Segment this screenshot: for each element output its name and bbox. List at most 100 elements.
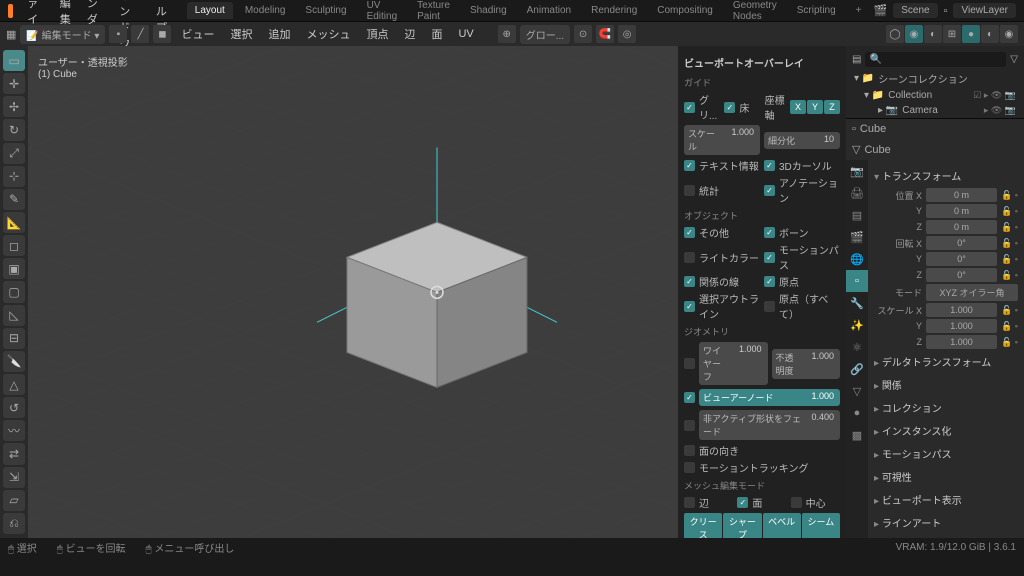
check-extras[interactable]: ✓ bbox=[684, 227, 695, 238]
check-floor[interactable]: ✓ bbox=[724, 102, 735, 113]
scale-y[interactable]: 1.000 bbox=[926, 319, 997, 333]
tab-scripting[interactable]: Scripting bbox=[789, 2, 844, 19]
check-lightcolor[interactable] bbox=[684, 252, 695, 263]
vp-solid-icon[interactable]: ● bbox=[962, 25, 980, 43]
vp-rendered-icon[interactable]: ◉ bbox=[1000, 25, 1018, 43]
check-faces[interactable]: ✓ bbox=[737, 497, 748, 508]
editor-type-icon[interactable]: ▦ bbox=[6, 28, 16, 41]
axis-x[interactable]: X bbox=[790, 100, 806, 114]
hdr-vertex[interactable]: 頂点 bbox=[360, 24, 394, 44]
tool-transform[interactable]: ⊹ bbox=[3, 166, 25, 187]
rot-x[interactable]: 0° bbox=[926, 236, 997, 250]
tab-geonodes[interactable]: Geometry Nodes bbox=[725, 0, 785, 25]
outliner-mode-icon[interactable]: ▤ bbox=[852, 54, 861, 65]
tool-cursor[interactable]: ✛ bbox=[3, 73, 25, 94]
check-relations[interactable]: ✓ bbox=[684, 276, 695, 287]
hdr-face[interactable]: 面 bbox=[425, 24, 448, 44]
rot-z[interactable]: 0° bbox=[926, 268, 997, 282]
tool-rotate[interactable]: ↻ bbox=[3, 119, 25, 140]
pos-y[interactable]: 0 m bbox=[926, 204, 997, 218]
edge-select-icon[interactable]: ╱ bbox=[131, 25, 149, 43]
proptab-modifier[interactable]: 🔧 bbox=[846, 292, 868, 314]
check-center[interactable] bbox=[791, 497, 802, 508]
pivot-icon[interactable]: ⊙ bbox=[574, 25, 592, 43]
vertex-select-icon[interactable]: ▪ bbox=[109, 25, 127, 43]
tool-rip[interactable]: ⎌ bbox=[3, 513, 25, 534]
tab-uv[interactable]: UV Editing bbox=[359, 0, 406, 25]
hdr-select[interactable]: 選択 bbox=[224, 24, 258, 44]
tool-loopcut[interactable]: ⊟ bbox=[3, 328, 25, 349]
tool-move[interactable]: ✢ bbox=[3, 96, 25, 117]
section-relations[interactable]: 関係 bbox=[874, 373, 1018, 396]
proptab-viewlayer[interactable]: ▤ bbox=[846, 204, 868, 226]
tab-modeling[interactable]: Modeling bbox=[237, 2, 294, 19]
section-transform[interactable]: トランスフォーム bbox=[874, 164, 1018, 187]
section-visibility[interactable]: 可視性 bbox=[874, 465, 1018, 488]
check-3dcursor[interactable]: ✓ bbox=[764, 160, 775, 171]
tab-rendering[interactable]: Rendering bbox=[583, 2, 645, 19]
btn-crease[interactable]: クリース bbox=[684, 513, 722, 538]
tool-knife[interactable]: 🔪 bbox=[3, 351, 25, 372]
tool-annotate[interactable]: ✎ bbox=[3, 189, 25, 210]
tree-collection[interactable]: ▾ 📁 Collection☑ ▸ 👁 📷 bbox=[850, 88, 1020, 103]
tree-scene-collection[interactable]: ▾ 📁 シーンコレクション bbox=[850, 69, 1020, 88]
check-viewer[interactable]: ✓ bbox=[684, 392, 695, 403]
tab-sculpting[interactable]: Sculpting bbox=[297, 2, 354, 19]
check-grid[interactable]: ✓ bbox=[684, 102, 695, 113]
proptab-data[interactable]: ▽ bbox=[846, 380, 868, 402]
global-dropdown[interactable]: グロー... bbox=[520, 25, 570, 44]
section-collections[interactable]: コレクション bbox=[874, 396, 1018, 419]
check-faceorient[interactable] bbox=[684, 445, 695, 456]
check-stats[interactable] bbox=[684, 185, 695, 196]
axis-y[interactable]: Y bbox=[807, 100, 823, 114]
check-motionpath[interactable]: ✓ bbox=[764, 252, 775, 263]
cube-object[interactable] bbox=[317, 147, 557, 410]
proptab-physics[interactable]: ⚛ bbox=[846, 336, 868, 358]
proptab-render[interactable]: 📷 bbox=[846, 160, 868, 182]
tab-compositing[interactable]: Compositing bbox=[649, 2, 721, 19]
tool-inset[interactable]: ▢ bbox=[3, 281, 25, 302]
hdr-edge[interactable]: 辺 bbox=[398, 24, 421, 44]
check-origins-all[interactable] bbox=[764, 301, 775, 312]
tool-extrude[interactable]: ▣ bbox=[3, 258, 25, 279]
vp-wireframe-icon[interactable]: ⊞ bbox=[943, 25, 961, 43]
check-edges[interactable] bbox=[684, 497, 695, 508]
hdr-mesh[interactable]: メッシュ bbox=[300, 24, 356, 44]
tree-camera[interactable]: ▸ 📷 Camera▸ 👁 📷 bbox=[850, 103, 1020, 118]
tab-shading[interactable]: Shading bbox=[462, 2, 515, 19]
section-motionpaths[interactable]: モーションパス bbox=[874, 442, 1018, 465]
check-bones[interactable]: ✓ bbox=[764, 227, 775, 238]
proptab-scene[interactable]: 🎬 bbox=[846, 226, 868, 248]
tool-add-cube[interactable]: ◻ bbox=[3, 235, 25, 256]
3d-viewport[interactable]: ユーザー・透視投影 (1) Cube ビューポートオーバーレイ ガイド ✓グリ.… bbox=[28, 46, 846, 538]
tool-bevel[interactable]: ◺ bbox=[3, 305, 25, 326]
viewlayer-field[interactable]: ViewLayer bbox=[953, 3, 1016, 18]
section-delta[interactable]: デルタトランスフォーム bbox=[874, 350, 1018, 373]
tool-measure[interactable]: 📐 bbox=[3, 212, 25, 233]
tool-shear[interactable]: ▱ bbox=[3, 490, 25, 511]
tab-layout[interactable]: Layout bbox=[187, 2, 233, 19]
filter-icon[interactable]: ▽ bbox=[1010, 54, 1018, 65]
mode-select[interactable]: 📝 編集モード ▾ bbox=[20, 25, 105, 44]
proptab-object[interactable]: ▫ bbox=[846, 270, 868, 292]
btn-bevel[interactable]: ベベル bbox=[763, 513, 801, 538]
hdr-uv[interactable]: UV bbox=[452, 26, 479, 42]
vp-gizmo-icon[interactable]: ◯ bbox=[886, 25, 904, 43]
proptab-world[interactable]: 🌐 bbox=[846, 248, 868, 270]
pos-x[interactable]: 0 m bbox=[926, 188, 997, 202]
tool-polybuild[interactable]: △ bbox=[3, 374, 25, 395]
scale-value[interactable]: 1.000 bbox=[725, 125, 760, 155]
vp-xray-icon[interactable]: ◐ bbox=[924, 25, 942, 43]
blender-logo-icon[interactable] bbox=[8, 4, 13, 18]
hdr-view[interactable]: ビュー bbox=[175, 24, 220, 44]
scale-z[interactable]: 1.000 bbox=[926, 335, 997, 349]
outliner-search[interactable]: 🔍 bbox=[865, 52, 1006, 67]
hdr-add[interactable]: 追加 bbox=[262, 24, 296, 44]
tool-smooth[interactable]: 〰 bbox=[3, 420, 25, 441]
check-textinfo[interactable]: ✓ bbox=[684, 160, 695, 171]
tool-scale[interactable]: ⤢ bbox=[3, 143, 25, 164]
check-wire[interactable] bbox=[684, 358, 695, 369]
proptab-texture[interactable]: ▩ bbox=[846, 424, 868, 446]
proptab-output[interactable]: 🖨 bbox=[846, 182, 868, 204]
tool-spin[interactable]: ↺ bbox=[3, 397, 25, 418]
